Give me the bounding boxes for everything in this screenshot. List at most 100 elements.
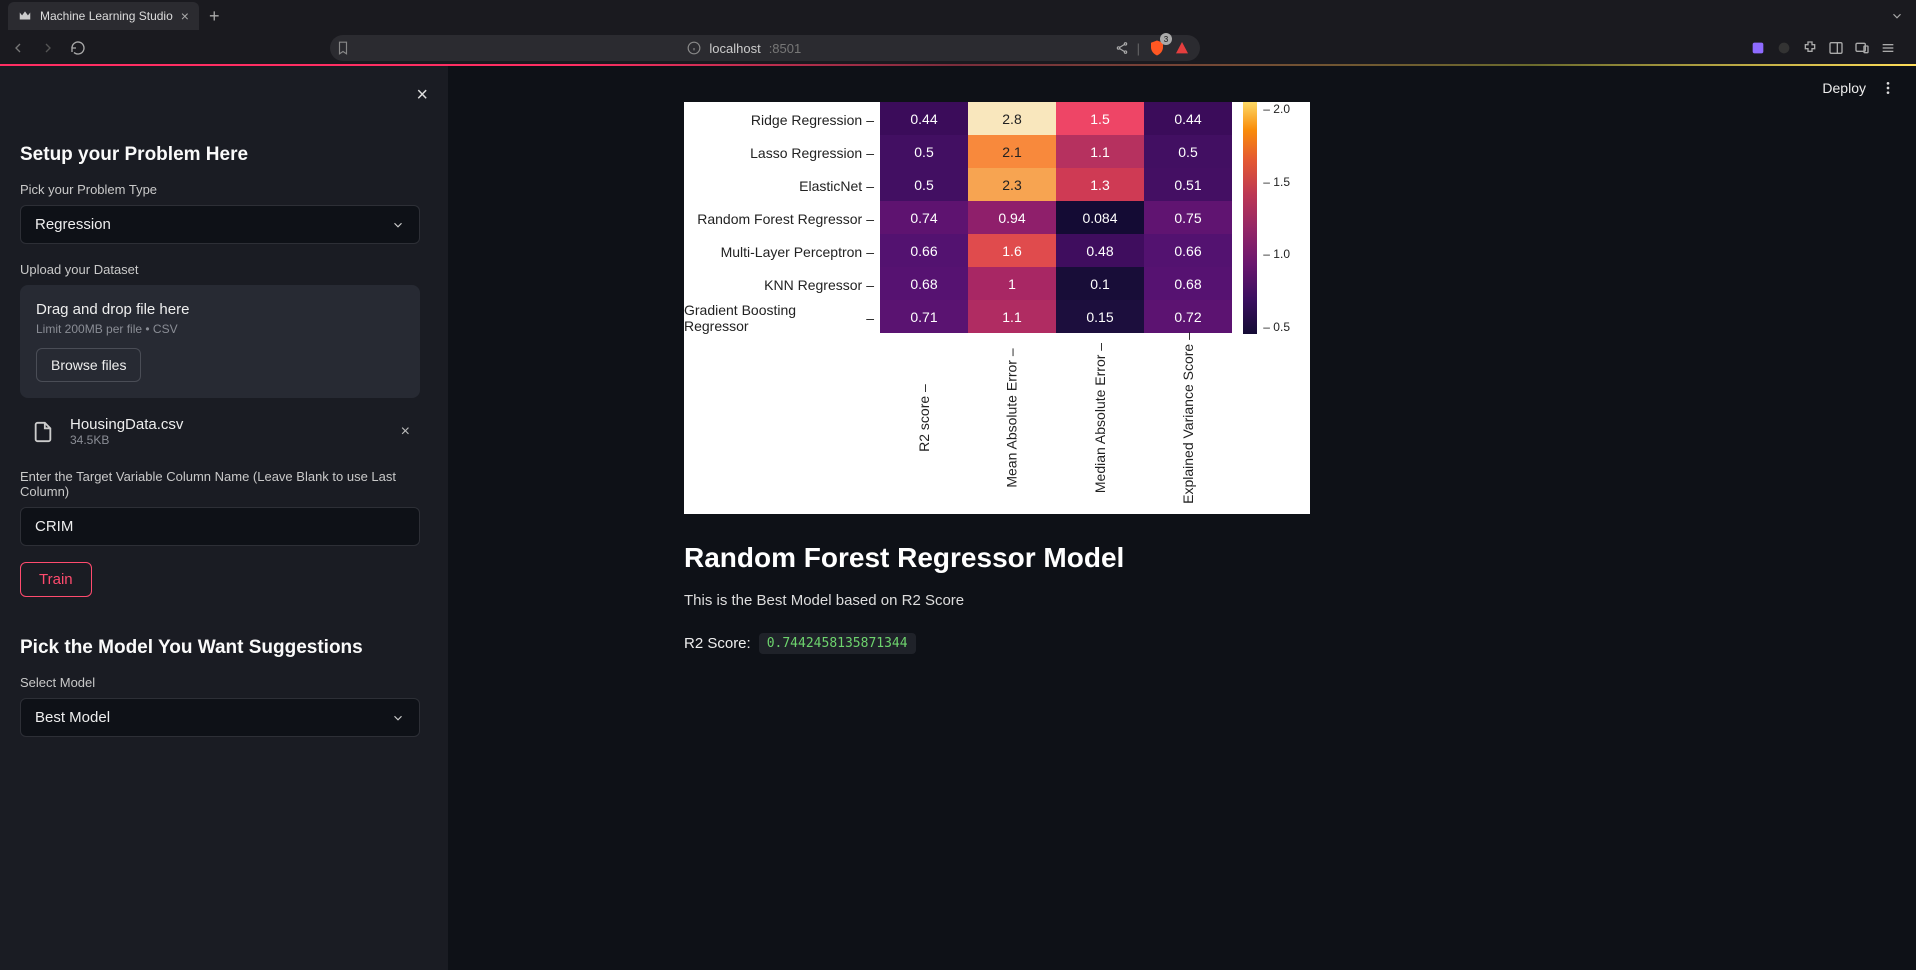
heatmap-col-label: R2 score –	[916, 384, 932, 452]
extensions-icon[interactable]	[1802, 40, 1818, 56]
reload-button[interactable]	[70, 40, 90, 56]
share-icon[interactable]	[1115, 41, 1129, 55]
shield-count: 3	[1160, 33, 1172, 45]
dropzone-title: Drag and drop file here	[36, 301, 404, 318]
site-info-icon[interactable]	[687, 41, 701, 55]
heatmap-row-label: Gradient Boosting Regressor –	[684, 301, 874, 334]
heatmap-row-label: KNN Regressor –	[764, 268, 874, 301]
heatmap-cell: 1	[968, 267, 1056, 300]
heatmap-cell: 0.51	[1144, 168, 1232, 201]
heatmap-cell: 1.1	[968, 300, 1056, 333]
chevron-down-icon	[391, 218, 405, 232]
select-model-label: Select Model	[20, 675, 428, 690]
heatmap-row-label: Lasso Regression –	[750, 136, 874, 169]
problem-type-label: Pick your Problem Type	[20, 182, 428, 197]
browser-tab[interactable]: Machine Learning Studio ×	[8, 2, 199, 30]
address-bar-row: localhost:8501 | 3	[0, 32, 1916, 64]
heatmap-cell: 0.5	[880, 135, 968, 168]
deploy-button[interactable]: Deploy	[1822, 80, 1866, 96]
heatmap-cell: 2.3	[968, 168, 1056, 201]
heatmap-col-label: Mean Absolute Error –	[1004, 348, 1020, 487]
tab-title: Machine Learning Studio	[40, 9, 173, 23]
heatmap-row-label: ElasticNet –	[799, 169, 874, 202]
file-dropzone[interactable]: Drag and drop file here Limit 200MB per …	[20, 285, 420, 398]
heatmap-cell: 0.48	[1056, 234, 1144, 267]
heatmap-cell: 0.66	[1144, 234, 1232, 267]
heatmap-cell: 0.5	[1144, 135, 1232, 168]
heatmap-cell: 0.44	[880, 102, 968, 135]
main-content: Deploy Ridge Regression –Lasso Regressio…	[448, 66, 1916, 970]
brave-rewards-icon[interactable]	[1174, 40, 1190, 56]
new-tab-button[interactable]: +	[209, 6, 220, 27]
problem-type-value: Regression	[35, 216, 111, 233]
url-port: :8501	[769, 41, 802, 56]
browse-files-button[interactable]: Browse files	[36, 348, 141, 382]
r2-label: R2 Score:	[684, 635, 751, 652]
best-model-heading: Random Forest Regressor Model	[684, 542, 1916, 574]
close-tab-icon[interactable]: ×	[181, 8, 189, 24]
r2-value: 0.7442458135871344	[759, 633, 916, 654]
heatmap-cell: 1.5	[1056, 102, 1144, 135]
crown-icon	[18, 9, 32, 23]
heatmap-cell: 0.68	[880, 267, 968, 300]
colorbar-tick: – 1.0	[1263, 247, 1290, 261]
train-button[interactable]: Train	[20, 562, 92, 597]
forward-button[interactable]	[40, 40, 60, 56]
heatmap-cell: 0.94	[968, 201, 1056, 234]
uploaded-file-row: HousingData.csv 34.5KB ×	[20, 408, 420, 455]
heatmap-cell: 0.15	[1056, 300, 1144, 333]
upload-label: Upload your Dataset	[20, 262, 428, 277]
chevron-down-icon	[391, 711, 405, 725]
uploaded-file-size: 34.5KB	[70, 433, 387, 447]
extension-icons	[1750, 40, 1906, 56]
extension-icon-1[interactable]	[1750, 40, 1766, 56]
remove-file-icon[interactable]: ×	[401, 423, 410, 441]
heatmap-cell: 2.8	[968, 102, 1056, 135]
sidepanel-icon[interactable]	[1828, 40, 1844, 56]
sidebar: × Setup your Problem Here Pick your Prob…	[0, 66, 448, 970]
heatmap-cell: 2.1	[968, 135, 1056, 168]
heatmap-cell: 0.5	[880, 168, 968, 201]
heatmap-cell: 0.75	[1144, 201, 1232, 234]
sidebar-title: Setup your Problem Here	[20, 144, 428, 166]
problem-type-select[interactable]: Regression	[20, 205, 420, 244]
browser-chrome: Machine Learning Studio × + localhost :85…	[0, 0, 1916, 64]
model-select[interactable]: Best Model	[20, 698, 420, 737]
heatmap-row-label: Random Forest Regressor –	[697, 202, 874, 235]
close-sidebar-icon[interactable]: ×	[416, 84, 428, 107]
back-button[interactable]	[10, 40, 30, 56]
bookmark-icon[interactable]	[336, 41, 350, 55]
address-bar[interactable]: localhost:8501 | 3	[330, 35, 1200, 61]
best-model-subtitle: This is the Best Model based on R2 Score	[684, 592, 1916, 609]
file-icon	[30, 419, 56, 445]
heatmap-col-label: Explained Variance Score –	[1180, 332, 1196, 504]
app-menu-icon[interactable]	[1880, 80, 1896, 96]
brave-shield-icon[interactable]: 3	[1148, 39, 1166, 57]
heatmap-cell: 1.3	[1056, 168, 1144, 201]
heatmap-cell: 1.6	[968, 234, 1056, 267]
colorbar-tick: – 0.5	[1263, 320, 1290, 334]
browser-menu-icon[interactable]	[1880, 40, 1896, 56]
uploaded-file-name: HousingData.csv	[70, 416, 387, 433]
heatmap-cell: 0.68	[1144, 267, 1232, 300]
tab-overflow-icon[interactable]	[1890, 9, 1904, 23]
heatmap-row-label: Multi-Layer Perceptron –	[721, 235, 874, 268]
target-column-label: Enter the Target Variable Column Name (L…	[20, 469, 428, 499]
heatmap-cell: 1.1	[1056, 135, 1144, 168]
metrics-heatmap: Ridge Regression –Lasso Regression –Elas…	[684, 102, 1310, 514]
colorbar-gradient	[1243, 102, 1257, 334]
tab-devices-icon[interactable]	[1854, 40, 1870, 56]
target-column-input[interactable]	[20, 507, 420, 546]
heatmap-cell: 0.74	[880, 201, 968, 234]
colorbar-tick: – 2.0	[1263, 102, 1290, 116]
extension-icon-2[interactable]	[1776, 40, 1792, 56]
dropzone-sub: Limit 200MB per file • CSV	[36, 322, 404, 336]
url-host: localhost	[709, 41, 760, 56]
heatmap-cell: 0.66	[880, 234, 968, 267]
heatmap-cell: 0.44	[1144, 102, 1232, 135]
colorbar: – 2.0– 1.5– 1.0– 0.5	[1243, 102, 1290, 334]
heatmap-cell: 0.1	[1056, 267, 1144, 300]
heatmap-col-label: Median Absolute Error –	[1092, 343, 1108, 493]
tab-bar: Machine Learning Studio × +	[0, 0, 1916, 32]
heatmap-row-label: Ridge Regression –	[751, 103, 874, 136]
